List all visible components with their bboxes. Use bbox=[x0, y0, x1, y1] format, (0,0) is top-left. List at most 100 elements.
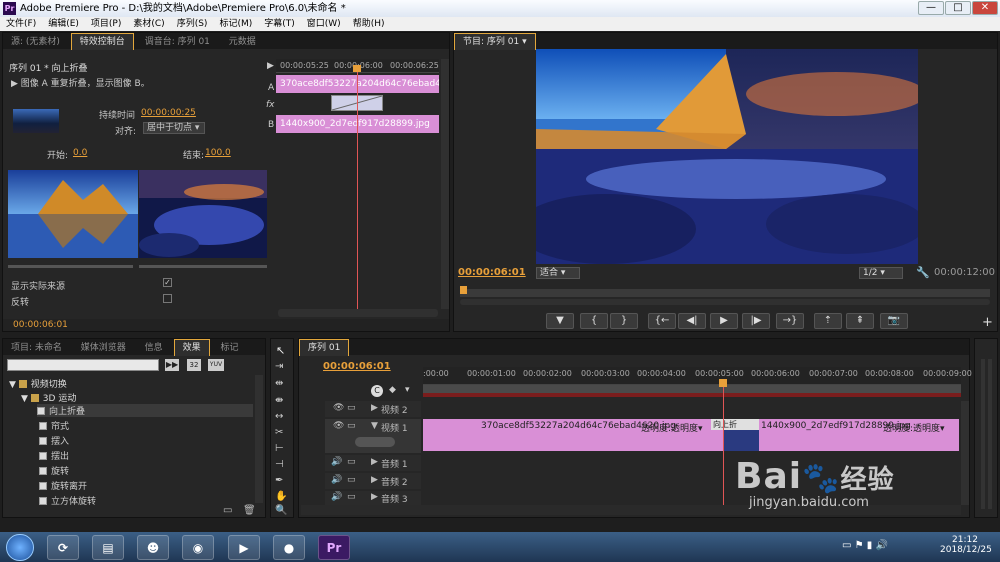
program-zoom-bar[interactable] bbox=[460, 299, 990, 305]
razor-tool-icon[interactable]: ✂ bbox=[275, 427, 283, 438]
ec-hscrollbar[interactable] bbox=[278, 309, 438, 317]
hand-tool-icon[interactable]: ✋ bbox=[275, 491, 287, 502]
tab-markers[interactable]: 标记 bbox=[212, 340, 246, 356]
firefox-icon[interactable]: ◉ bbox=[182, 535, 214, 560]
file-explorer-icon[interactable]: ▤ bbox=[92, 535, 124, 560]
zoom-tool-icon[interactable]: 🔍 bbox=[275, 505, 287, 516]
lock-icon[interactable]: ▭ bbox=[347, 492, 356, 502]
yuv-effects-icon[interactable]: YUV bbox=[208, 359, 224, 371]
program-current-time[interactable]: 00:00:06:01 bbox=[458, 267, 526, 278]
tray-icons[interactable]: ▭ ⚑ ▮ 🔊 bbox=[842, 540, 888, 551]
tab-effect-controls[interactable]: 特效控制台 bbox=[70, 33, 134, 50]
tab-source[interactable]: 源: (无素材) bbox=[3, 34, 68, 50]
timeline-timecode[interactable]: 00:00:06:01 bbox=[323, 361, 391, 372]
expand-icon[interactable]: ▶ bbox=[371, 457, 378, 467]
selection-tool-icon[interactable]: ↖ bbox=[276, 344, 285, 357]
expand-icon[interactable]: ▶ bbox=[371, 475, 378, 485]
start-slider[interactable] bbox=[8, 265, 133, 268]
speaker-icon[interactable]: 🔊 bbox=[331, 475, 342, 485]
effect-item-curtain[interactable]: 帘式 bbox=[39, 419, 69, 432]
menu-clip[interactable]: 素材(C) bbox=[133, 19, 164, 29]
tab-project[interactable]: 项目: 未命名 bbox=[3, 340, 70, 356]
resolution-dropdown[interactable]: 1/2 ▾ bbox=[859, 267, 903, 279]
timeline-ruler[interactable]: :00:00 00:00:01:00 00:00:02:00 00:00:03:… bbox=[423, 367, 972, 385]
tree-root[interactable]: ▼ 视频切换 bbox=[9, 377, 67, 390]
end-slider[interactable] bbox=[139, 265, 267, 268]
menu-help[interactable]: 帮助(H) bbox=[353, 19, 385, 29]
tab-info[interactable]: 信息 bbox=[137, 340, 171, 356]
expand-icon[interactable]: ▶ bbox=[371, 403, 378, 413]
lift-button[interactable]: ⇡ bbox=[814, 313, 842, 329]
track-select-tool-icon[interactable]: ⇥ bbox=[275, 361, 283, 372]
delete-icon[interactable]: 🗑 bbox=[243, 505, 256, 516]
effects-search-input[interactable] bbox=[7, 359, 159, 371]
fit-dropdown[interactable]: 适合 ▾ bbox=[536, 267, 580, 279]
close-button[interactable]: ✕ bbox=[972, 1, 998, 15]
menu-title[interactable]: 字幕(T) bbox=[264, 19, 295, 29]
ec-timecode[interactable]: 00:00:06:01 bbox=[13, 320, 68, 330]
add-button-icon[interactable]: + bbox=[982, 315, 993, 330]
tab-effects[interactable]: 效果 bbox=[173, 339, 210, 356]
slide-tool-icon[interactable]: ⊣ bbox=[275, 459, 284, 470]
tree-folder[interactable]: ▼ 3D 运动 bbox=[21, 391, 76, 404]
go-to-out-button[interactable]: →} bbox=[776, 313, 804, 329]
mark-out-button[interactable]: } bbox=[610, 313, 638, 329]
effect-item-swing-in[interactable]: 摆入 bbox=[39, 434, 69, 447]
timeline-vscrollbar[interactable] bbox=[961, 401, 969, 505]
keyframe-toggle[interactable] bbox=[355, 437, 395, 447]
track-header-audio-3[interactable]: 🔊 ▭ ▶ 音频 3 bbox=[325, 491, 421, 505]
mark-in-button[interactable]: { bbox=[580, 313, 608, 329]
reverse-checkbox[interactable] bbox=[163, 294, 172, 303]
lock-icon[interactable]: ▭ bbox=[347, 457, 356, 467]
program-scrubber[interactable] bbox=[460, 289, 990, 297]
track-header-audio-1[interactable]: 🔊 ▭ ▶ 音频 1 bbox=[325, 455, 421, 471]
play-button[interactable]: ▶ bbox=[710, 313, 738, 329]
accelerated-effects-icon[interactable]: ▶▶ bbox=[165, 359, 179, 371]
tray-clock[interactable]: 21:12 2018/12/25 bbox=[940, 535, 992, 555]
start-button[interactable] bbox=[6, 534, 34, 561]
ec-playhead[interactable] bbox=[357, 67, 358, 311]
premiere-taskbar-icon[interactable]: Pr bbox=[318, 535, 350, 560]
snap-icon[interactable]: C bbox=[371, 385, 383, 397]
tab-metadata[interactable]: 元数据 bbox=[221, 34, 264, 50]
new-folder-icon[interactable]: ▭ bbox=[223, 505, 232, 516]
ec-playhead-handle-icon[interactable] bbox=[353, 65, 361, 72]
marker-icon[interactable]: ◆ bbox=[389, 385, 396, 395]
add-marker-button[interactable]: ▼ bbox=[546, 313, 574, 329]
taskbar-app-icon[interactable]: ⟳ bbox=[47, 535, 79, 560]
record-app-icon[interactable]: ● bbox=[273, 535, 305, 560]
expand-icon[interactable]: ▶ bbox=[371, 492, 378, 502]
effect-item-spin-away[interactable]: 旋转离开 bbox=[39, 479, 87, 492]
track-header-audio-2[interactable]: 🔊 ▭ ▶ 音频 2 bbox=[325, 473, 421, 489]
transition-block[interactable]: 向上折 bbox=[711, 419, 759, 451]
minimize-button[interactable]: — bbox=[918, 1, 944, 15]
menu-sequence[interactable]: 序列(S) bbox=[177, 19, 208, 29]
media-app-icon[interactable]: ▶ bbox=[228, 535, 260, 560]
ec-scrollbar[interactable] bbox=[441, 59, 449, 309]
effect-item-swing-out[interactable]: 摆出 bbox=[39, 449, 69, 462]
tab-sequence[interactable]: 序列 01 bbox=[299, 339, 350, 356]
ripple-edit-tool-icon[interactable]: ⇹ bbox=[275, 378, 283, 389]
eye-icon[interactable]: 👁 bbox=[333, 421, 344, 431]
maximize-button[interactable]: □ bbox=[945, 1, 971, 15]
menu-file[interactable]: 文件(F) bbox=[6, 19, 36, 29]
lock-icon[interactable]: ▭ bbox=[347, 421, 356, 431]
lock-icon[interactable]: ▭ bbox=[347, 403, 356, 413]
clip-fx[interactable]: 透明度:透明度▾ bbox=[883, 421, 945, 434]
menu-edit[interactable]: 编辑(E) bbox=[48, 19, 79, 29]
speaker-icon[interactable]: 🔊 bbox=[331, 492, 342, 502]
menu-project[interactable]: 项目(P) bbox=[91, 19, 121, 29]
pen-tool-icon[interactable]: ✒ bbox=[275, 475, 283, 486]
step-back-button[interactable]: ◀| bbox=[678, 313, 706, 329]
menu-marker[interactable]: 标记(M) bbox=[219, 19, 252, 29]
tab-audio-mixer[interactable]: 调音台: 序列 01 bbox=[137, 34, 218, 50]
timeline-playhead[interactable] bbox=[723, 385, 724, 505]
clip-fx[interactable]: 透明度:透明度▾ bbox=[641, 421, 703, 434]
go-to-in-button[interactable]: {← bbox=[648, 313, 676, 329]
rate-stretch-tool-icon[interactable]: ↔ bbox=[275, 411, 283, 422]
step-forward-button[interactable]: |▶ bbox=[742, 313, 770, 329]
end-value[interactable]: 100.0 bbox=[205, 148, 231, 158]
expand-icon[interactable]: ▼ bbox=[371, 421, 378, 431]
align-dropdown[interactable]: 居中于切点 ▾ bbox=[143, 122, 205, 134]
track-header-video-1[interactable]: 👁 ▭ ▼ 视频 1 bbox=[325, 419, 421, 453]
